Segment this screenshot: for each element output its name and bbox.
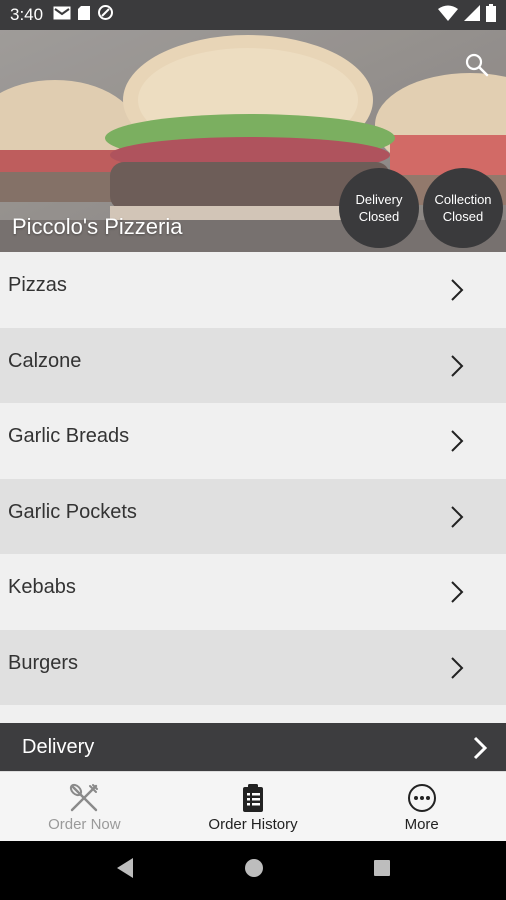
badge-line2: Closed	[442, 209, 484, 224]
status-time: 3:40	[10, 5, 44, 24]
delivery-closed-badge: Delivery Closed	[339, 168, 419, 248]
badge-line2: Closed	[358, 209, 400, 224]
delivery-mode-bar[interactable]: Delivery	[0, 723, 506, 771]
menu-category-list: Pizzas Calzone Garlic Breads Garlic Pock…	[0, 252, 506, 705]
nav-order-now[interactable]: Order Now	[0, 772, 169, 842]
menu-category-label: Garlic Breads	[8, 425, 130, 448]
menu-category-label: Calzone	[8, 349, 82, 372]
nav-label: Order History	[208, 815, 298, 833]
sd-card-icon	[77, 5, 91, 26]
bottom-navigation: Order Now Order History More	[0, 771, 506, 842]
battery-icon	[486, 3, 496, 27]
chevron-right-icon	[449, 354, 465, 383]
menu-category-label: Garlic Pockets	[8, 500, 137, 523]
more-dots-icon	[407, 782, 437, 814]
nav-order-history[interactable]: Order History	[169, 772, 338, 842]
nav-label: More	[404, 815, 439, 833]
chevron-right-icon	[449, 580, 465, 609]
menu-category-garlic-pockets[interactable]: Garlic Pockets	[0, 478, 506, 554]
restaurant-name: Piccolo's Pizzeria	[12, 214, 183, 239]
search-icon[interactable]	[464, 52, 490, 78]
data-saver-icon	[97, 4, 114, 26]
recents-icon[interactable]	[373, 859, 391, 882]
badge-line1: Collection	[434, 192, 492, 207]
back-icon[interactable]	[115, 857, 135, 884]
system-navigation-bar	[0, 841, 506, 900]
chevron-right-icon	[449, 429, 465, 458]
signal-icon	[464, 4, 480, 26]
clipboard-icon	[242, 782, 264, 814]
menu-category-garlic-breads[interactable]: Garlic Breads	[0, 403, 506, 479]
status-bar: 3:40	[0, 0, 506, 30]
chevron-right-icon	[449, 656, 465, 685]
home-icon[interactable]	[244, 858, 264, 883]
chevron-right-icon	[472, 736, 488, 765]
chevron-right-icon	[449, 505, 465, 534]
wifi-icon	[438, 5, 458, 26]
menu-category-label: Kebabs	[8, 576, 76, 599]
fork-knife-icon	[68, 782, 100, 814]
menu-category-kebabs[interactable]: Kebabs	[0, 554, 506, 630]
header-hero-image: Piccolo's Pizzeria Delivery Closed Colle…	[0, 30, 506, 252]
menu-category-calzone[interactable]: Calzone	[0, 327, 506, 403]
collection-closed-badge: Collection Closed	[423, 168, 503, 248]
menu-category-label: Pizzas	[8, 274, 67, 297]
chevron-right-icon	[449, 278, 465, 307]
status-left-icons	[53, 4, 114, 26]
delivery-mode-label: Delivery	[22, 735, 95, 758]
status-right-icons	[438, 3, 496, 27]
nav-more[interactable]: More	[337, 772, 506, 842]
nav-label: Order Now	[48, 815, 121, 833]
menu-category-burgers[interactable]: Burgers	[0, 629, 506, 705]
gmail-icon	[53, 6, 71, 25]
menu-category-label: Burgers	[8, 651, 79, 674]
menu-category-pizzas[interactable]: Pizzas	[0, 252, 506, 328]
badge-line1: Delivery	[355, 192, 403, 207]
